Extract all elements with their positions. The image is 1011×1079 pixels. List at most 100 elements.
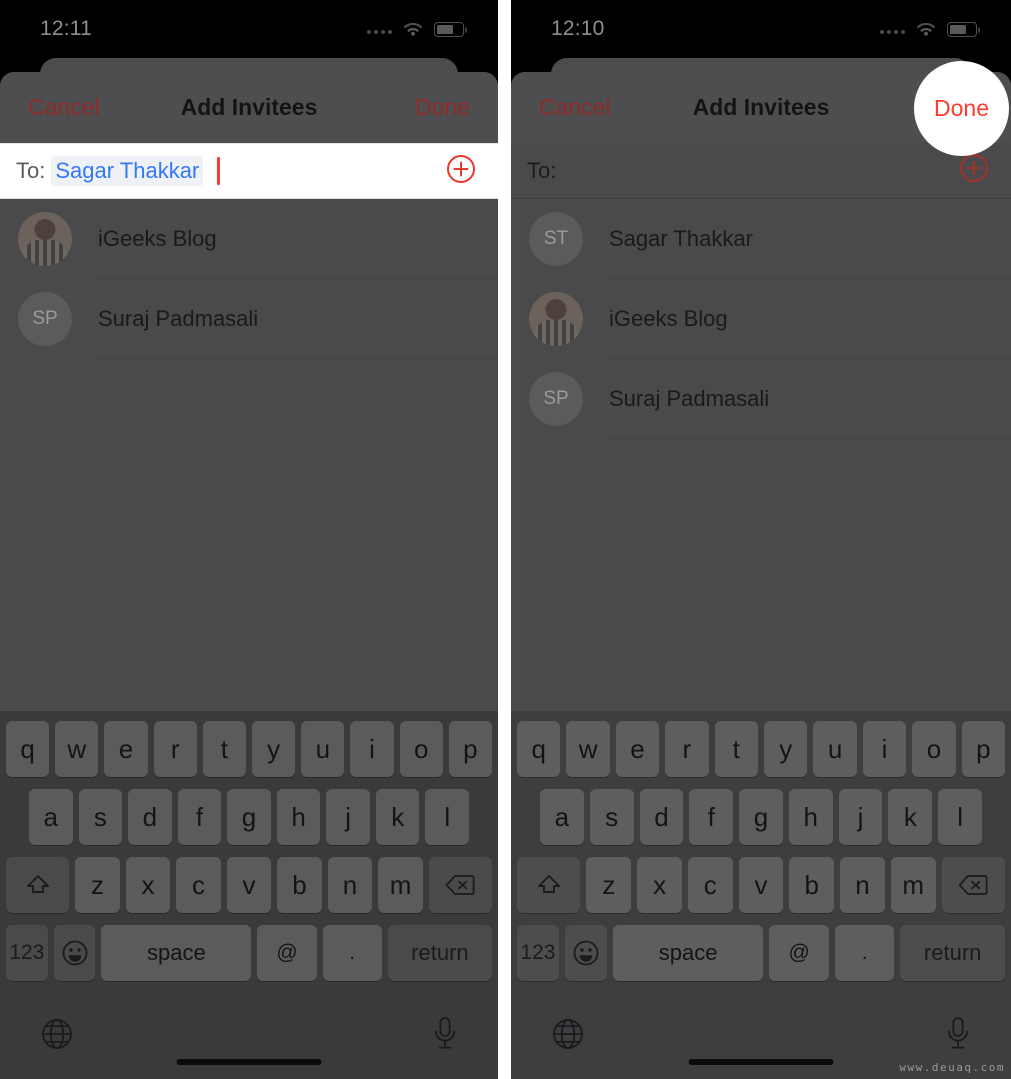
return-key[interactable]: return <box>900 925 1005 981</box>
key-z[interactable]: z <box>75 857 120 913</box>
to-label: To: <box>527 157 557 183</box>
to-field-row[interactable]: To: Sagar Thakkar <box>0 143 498 199</box>
cancel-button[interactable]: Cancel <box>28 94 100 121</box>
plus-circle-icon[interactable] <box>959 153 989 188</box>
period-key[interactable]: . <box>322 925 382 981</box>
battery-icon <box>434 21 467 37</box>
home-indicator <box>688 1059 834 1065</box>
space-key[interactable]: space <box>612 925 764 981</box>
key-v[interactable]: v <box>226 857 272 913</box>
key-w[interactable]: w <box>566 721 610 777</box>
numbers-key[interactable]: 123 <box>517 925 559 981</box>
key-r[interactable]: r <box>665 721 709 777</box>
avatar: ST <box>529 212 583 266</box>
key-r[interactable]: r <box>153 721 197 777</box>
key-h[interactable]: h <box>788 789 833 845</box>
key-k[interactable]: k <box>375 789 420 845</box>
key-o[interactable]: o <box>912 721 956 777</box>
navigation-bar: Cancel Add Invitees Done <box>0 72 498 143</box>
microphone-icon[interactable] <box>945 1016 971 1057</box>
key-j[interactable]: j <box>326 789 370 845</box>
key-j[interactable]: j <box>838 789 883 845</box>
microphone-icon[interactable] <box>432 1016 458 1057</box>
list-item[interactable]: SP Suraj Padmasali <box>0 279 498 359</box>
key-q[interactable]: q <box>516 721 561 777</box>
list-item[interactable]: iGeeks Blog <box>0 199 498 279</box>
numbers-key[interactable]: 123 <box>6 925 48 981</box>
key-e[interactable]: e <box>104 721 148 777</box>
shift-arrow-icon[interactable] <box>516 857 581 913</box>
emoji-smiley-icon[interactable] <box>53 925 96 981</box>
key-b[interactable]: b <box>277 857 322 913</box>
key-c[interactable]: c <box>687 857 733 913</box>
key-y[interactable]: y <box>252 721 296 777</box>
key-t[interactable]: t <box>714 721 758 777</box>
key-e[interactable]: e <box>615 721 660 777</box>
key-p[interactable]: p <box>448 721 493 777</box>
period-key[interactable]: . <box>834 925 895 981</box>
contact-name: iGeeks Blog <box>98 226 217 251</box>
key-f[interactable]: f <box>689 789 734 845</box>
highlighted-done-label[interactable]: Done <box>934 95 989 122</box>
key-d[interactable]: d <box>639 789 684 845</box>
at-key[interactable]: @ <box>257 925 317 981</box>
shift-arrow-icon[interactable] <box>6 857 70 913</box>
list-item[interactable]: iGeeks Blog <box>511 279 1011 359</box>
plus-circle-icon[interactable] <box>446 154 476 189</box>
backspace-icon[interactable] <box>428 857 493 913</box>
list-item[interactable]: ST Sagar Thakkar <box>511 199 1011 279</box>
key-c[interactable]: c <box>176 857 221 913</box>
key-f[interactable]: f <box>177 789 222 845</box>
keyboard-row-1: q w e r t y u i o p <box>511 721 1011 777</box>
key-p[interactable]: p <box>961 721 1006 777</box>
done-button-highlight[interactable]: Done <box>914 61 1009 156</box>
backspace-icon[interactable] <box>941 857 1006 913</box>
key-i[interactable]: i <box>862 721 907 777</box>
key-t[interactable]: t <box>202 721 246 777</box>
space-key[interactable]: space <box>101 925 252 981</box>
key-y[interactable]: y <box>764 721 808 777</box>
key-l[interactable]: l <box>425 789 470 845</box>
list-item[interactable]: SP Suraj Padmasali <box>511 359 1011 439</box>
key-x[interactable]: x <box>125 857 171 913</box>
key-s[interactable]: s <box>589 789 634 845</box>
key-w[interactable]: w <box>55 721 99 777</box>
at-key[interactable]: @ <box>769 925 829 981</box>
to-field-row[interactable]: To: <box>511 143 1011 199</box>
keyboard-row-3: z x c v b n m <box>0 857 498 913</box>
key-z[interactable]: z <box>586 857 632 913</box>
key-l[interactable]: l <box>938 789 983 845</box>
status-time: 12:10 <box>551 17 605 40</box>
key-b[interactable]: b <box>789 857 835 913</box>
dual-screenshot-stage: 12:11 Cancel Add Invitees Done To: Sagar… <box>0 0 1011 1079</box>
cancel-button[interactable]: Cancel <box>539 94 611 121</box>
status-time: 12:11 <box>40 17 92 40</box>
key-u[interactable]: u <box>813 721 857 777</box>
key-n[interactable]: n <box>327 857 373 913</box>
key-d[interactable]: d <box>128 789 172 845</box>
key-a[interactable]: a <box>28 789 73 845</box>
key-g[interactable]: g <box>227 789 271 845</box>
key-g[interactable]: g <box>739 789 783 845</box>
key-x[interactable]: x <box>637 857 682 913</box>
invitee-token[interactable]: Sagar Thakkar <box>51 156 204 186</box>
emoji-smiley-icon[interactable] <box>564 925 607 981</box>
globe-icon[interactable] <box>551 1017 585 1056</box>
key-m[interactable]: m <box>890 857 936 913</box>
key-a[interactable]: a <box>539 789 584 845</box>
return-key[interactable]: return <box>387 925 493 981</box>
key-u[interactable]: u <box>301 721 345 777</box>
key-o[interactable]: o <box>399 721 443 777</box>
key-k[interactable]: k <box>888 789 933 845</box>
cellular-signal-icon <box>367 25 392 34</box>
key-m[interactable]: m <box>378 857 423 913</box>
key-v[interactable]: v <box>738 857 784 913</box>
status-bar: 12:11 <box>0 0 498 58</box>
key-s[interactable]: s <box>78 789 123 845</box>
done-button[interactable]: Done <box>415 94 470 121</box>
globe-icon[interactable] <box>40 1017 74 1056</box>
key-h[interactable]: h <box>276 789 321 845</box>
key-q[interactable]: q <box>5 721 50 777</box>
key-n[interactable]: n <box>840 857 885 913</box>
key-i[interactable]: i <box>350 721 394 777</box>
